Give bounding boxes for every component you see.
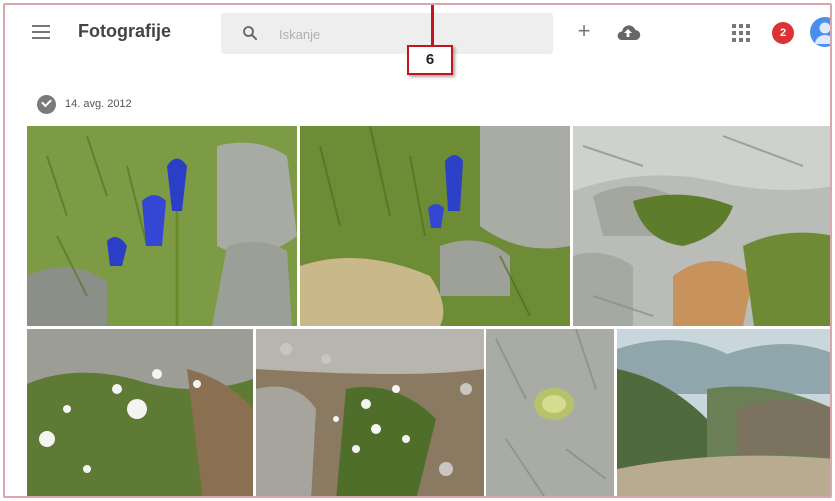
notification-badge[interactable]: 2 xyxy=(772,22,794,44)
app-window: Fotografije + 2 6 xyxy=(3,3,832,498)
date-label: 14. avg. 2012 xyxy=(65,98,132,110)
search-bar[interactable] xyxy=(221,13,553,54)
cloud-upload-icon[interactable] xyxy=(615,21,641,43)
photo-blue-gentian-flower-grass[interactable] xyxy=(300,126,570,326)
photo-cushion-plant-rock[interactable] xyxy=(486,329,614,496)
photo-white-flowers-scree[interactable] xyxy=(256,329,484,496)
apps-grid-icon[interactable] xyxy=(732,24,750,42)
search-input[interactable] xyxy=(279,24,539,44)
annotation-pointer xyxy=(431,5,434,45)
app-title: Fotografije xyxy=(78,21,171,41)
plus-icon[interactable]: + xyxy=(573,20,595,42)
annotation-label: 6 xyxy=(407,45,453,75)
select-all-check-icon[interactable] xyxy=(37,94,56,114)
photo-white-alpine-flowers[interactable] xyxy=(27,329,253,496)
date-header: 14. avg. 2012 xyxy=(37,94,132,114)
menu-icon[interactable] xyxy=(30,22,52,42)
photo-blue-gentian-flower-rocks[interactable] xyxy=(27,126,297,326)
photo-mountain-valley-landscape[interactable] xyxy=(617,329,830,496)
account-avatar[interactable] xyxy=(810,17,830,47)
photo-limestone-rocks-moss[interactable] xyxy=(573,126,830,326)
search-icon[interactable] xyxy=(241,24,259,42)
